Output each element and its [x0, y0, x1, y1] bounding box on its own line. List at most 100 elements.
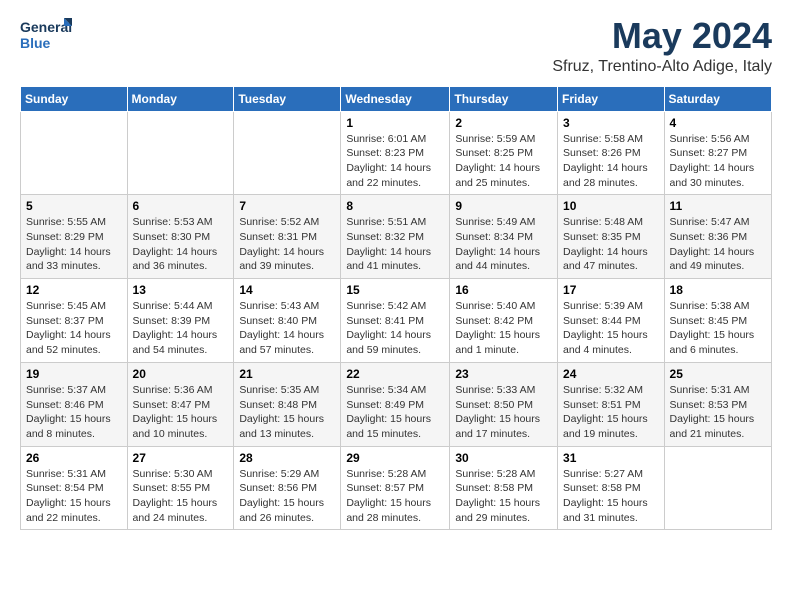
day-info: Sunrise: 5:28 AMSunset: 8:58 PMDaylight:… — [455, 467, 552, 526]
calendar-cell — [21, 111, 128, 195]
weekday-header-sunday: Sunday — [21, 86, 128, 111]
main-title: May 2024 — [552, 16, 772, 56]
svg-text:Blue: Blue — [20, 35, 51, 51]
week-row-3: 12 Sunrise: 5:45 AMSunset: 8:37 PMDayligh… — [21, 279, 772, 363]
day-number: 22 — [346, 367, 444, 381]
day-number: 10 — [563, 199, 659, 213]
day-info: Sunrise: 5:55 AMSunset: 8:29 PMDaylight:… — [26, 215, 122, 274]
day-info: Sunrise: 5:44 AMSunset: 8:39 PMDaylight:… — [133, 299, 229, 358]
day-number: 6 — [133, 199, 229, 213]
day-info: Sunrise: 5:45 AMSunset: 8:37 PMDaylight:… — [26, 299, 122, 358]
day-number: 4 — [670, 116, 766, 130]
calendar-cell: 31 Sunrise: 5:27 AMSunset: 8:58 PMDayligh… — [558, 446, 665, 530]
week-row-1: 1 Sunrise: 6:01 AMSunset: 8:23 PMDaylight… — [21, 111, 772, 195]
header: General Blue May 2024 Sfruz, Trentino-Al… — [20, 16, 772, 76]
logo-svg: General Blue — [20, 16, 72, 56]
day-info: Sunrise: 5:58 AMSunset: 8:26 PMDaylight:… — [563, 132, 659, 191]
calendar-cell: 15 Sunrise: 5:42 AMSunset: 8:41 PMDayligh… — [341, 279, 450, 363]
calendar-cell: 23 Sunrise: 5:33 AMSunset: 8:50 PMDayligh… — [450, 362, 558, 446]
weekday-header-tuesday: Tuesday — [234, 86, 341, 111]
calendar-cell: 6 Sunrise: 5:53 AMSunset: 8:30 PMDaylight… — [127, 195, 234, 279]
day-info: Sunrise: 5:31 AMSunset: 8:54 PMDaylight:… — [26, 467, 122, 526]
day-info: Sunrise: 5:42 AMSunset: 8:41 PMDaylight:… — [346, 299, 444, 358]
calendar-cell: 1 Sunrise: 6:01 AMSunset: 8:23 PMDaylight… — [341, 111, 450, 195]
day-info: Sunrise: 5:43 AMSunset: 8:40 PMDaylight:… — [239, 299, 335, 358]
week-row-5: 26 Sunrise: 5:31 AMSunset: 8:54 PMDayligh… — [21, 446, 772, 530]
calendar-cell: 16Sunrise: 5:40 AMSunset: 8:42 PMDayligh… — [450, 279, 558, 363]
weekday-header-monday: Monday — [127, 86, 234, 111]
day-number: 25 — [670, 367, 766, 381]
day-number: 1 — [346, 116, 444, 130]
calendar-cell: 12 Sunrise: 5:45 AMSunset: 8:37 PMDayligh… — [21, 279, 128, 363]
calendar-cell — [234, 111, 341, 195]
weekday-header-thursday: Thursday — [450, 86, 558, 111]
day-info: Sunrise: 6:01 AMSunset: 8:23 PMDaylight:… — [346, 132, 444, 191]
subtitle: Sfruz, Trentino-Alto Adige, Italy — [552, 58, 772, 76]
day-number: 27 — [133, 451, 229, 465]
day-number: 19 — [26, 367, 122, 381]
day-info: Sunrise: 5:47 AMSunset: 8:36 PMDaylight:… — [670, 215, 766, 274]
calendar-cell: 3 Sunrise: 5:58 AMSunset: 8:26 PMDaylight… — [558, 111, 665, 195]
day-number: 28 — [239, 451, 335, 465]
calendar-cell: 13 Sunrise: 5:44 AMSunset: 8:39 PMDayligh… — [127, 279, 234, 363]
day-info: Sunrise: 5:32 AMSunset: 8:51 PMDaylight:… — [563, 383, 659, 442]
calendar-cell: 2 Sunrise: 5:59 AMSunset: 8:25 PMDaylight… — [450, 111, 558, 195]
calendar-cell: 14 Sunrise: 5:43 AMSunset: 8:40 PMDayligh… — [234, 279, 341, 363]
logo: General Blue — [20, 16, 72, 56]
day-info: Sunrise: 5:48 AMSunset: 8:35 PMDaylight:… — [563, 215, 659, 274]
day-info: Sunrise: 5:34 AMSunset: 8:49 PMDaylight:… — [346, 383, 444, 442]
day-info: Sunrise: 5:27 AMSunset: 8:58 PMDaylight:… — [563, 467, 659, 526]
day-info: Sunrise: 5:49 AMSunset: 8:34 PMDaylight:… — [455, 215, 552, 274]
day-number: 15 — [346, 283, 444, 297]
day-info: Sunrise: 5:33 AMSunset: 8:50 PMDaylight:… — [455, 383, 552, 442]
day-number: 30 — [455, 451, 552, 465]
title-block: May 2024 Sfruz, Trentino-Alto Adige, Ita… — [552, 16, 772, 76]
day-number: 9 — [455, 199, 552, 213]
calendar-cell: 27Sunrise: 5:30 AMSunset: 8:55 PMDayligh… — [127, 446, 234, 530]
calendar-cell: 28Sunrise: 5:29 AMSunset: 8:56 PMDayligh… — [234, 446, 341, 530]
day-number: 23 — [455, 367, 552, 381]
day-info: Sunrise: 5:36 AMSunset: 8:47 PMDaylight:… — [133, 383, 229, 442]
calendar-cell: 26 Sunrise: 5:31 AMSunset: 8:54 PMDayligh… — [21, 446, 128, 530]
day-info: Sunrise: 5:39 AMSunset: 8:44 PMDaylight:… — [563, 299, 659, 358]
day-number: 7 — [239, 199, 335, 213]
day-number: 11 — [670, 199, 766, 213]
day-number: 2 — [455, 116, 552, 130]
day-info: Sunrise: 5:40 AMSunset: 8:42 PMDaylight:… — [455, 299, 552, 358]
calendar-cell: 11 Sunrise: 5:47 AMSunset: 8:36 PMDayligh… — [664, 195, 771, 279]
day-info: Sunrise: 5:53 AMSunset: 8:30 PMDaylight:… — [133, 215, 229, 274]
day-number: 18 — [670, 283, 766, 297]
calendar-cell: 8Sunrise: 5:51 AMSunset: 8:32 PMDaylight… — [341, 195, 450, 279]
page: General Blue May 2024 Sfruz, Trentino-Al… — [0, 0, 792, 540]
day-info: Sunrise: 5:37 AMSunset: 8:46 PMDaylight:… — [26, 383, 122, 442]
day-info: Sunrise: 5:52 AMSunset: 8:31 PMDaylight:… — [239, 215, 335, 274]
day-number: 26 — [26, 451, 122, 465]
day-number: 12 — [26, 283, 122, 297]
calendar-cell: 21Sunrise: 5:35 AMSunset: 8:48 PMDayligh… — [234, 362, 341, 446]
calendar-table: SundayMondayTuesdayWednesdayThursdayFrid… — [20, 86, 772, 531]
day-number: 20 — [133, 367, 229, 381]
week-row-2: 5 Sunrise: 5:55 AMSunset: 8:29 PMDaylight… — [21, 195, 772, 279]
day-number: 14 — [239, 283, 335, 297]
day-info: Sunrise: 5:31 AMSunset: 8:53 PMDaylight:… — [670, 383, 766, 442]
day-number: 24 — [563, 367, 659, 381]
day-number: 31 — [563, 451, 659, 465]
calendar-cell: 22 Sunrise: 5:34 AMSunset: 8:49 PMDayligh… — [341, 362, 450, 446]
weekday-header-wednesday: Wednesday — [341, 86, 450, 111]
day-info: Sunrise: 5:56 AMSunset: 8:27 PMDaylight:… — [670, 132, 766, 191]
day-info: Sunrise: 5:59 AMSunset: 8:25 PMDaylight:… — [455, 132, 552, 191]
calendar-cell: 25 Sunrise: 5:31 AMSunset: 8:53 PMDayligh… — [664, 362, 771, 446]
calendar-cell — [664, 446, 771, 530]
calendar-cell: 17Sunrise: 5:39 AMSunset: 8:44 PMDayligh… — [558, 279, 665, 363]
calendar-cell: 4 Sunrise: 5:56 AMSunset: 8:27 PMDaylight… — [664, 111, 771, 195]
day-number: 29 — [346, 451, 444, 465]
day-info: Sunrise: 5:28 AMSunset: 8:57 PMDaylight:… — [346, 467, 444, 526]
day-number: 13 — [133, 283, 229, 297]
day-number: 5 — [26, 199, 122, 213]
calendar-cell: 10 Sunrise: 5:48 AMSunset: 8:35 PMDayligh… — [558, 195, 665, 279]
day-info: Sunrise: 5:51 AMSunset: 8:32 PMDaylight:… — [346, 215, 444, 274]
day-number: 3 — [563, 116, 659, 130]
day-number: 21 — [239, 367, 335, 381]
calendar-cell: 18Sunrise: 5:38 AMSunset: 8:45 PMDayligh… — [664, 279, 771, 363]
calendar-cell: 20 Sunrise: 5:36 AMSunset: 8:47 PMDayligh… — [127, 362, 234, 446]
